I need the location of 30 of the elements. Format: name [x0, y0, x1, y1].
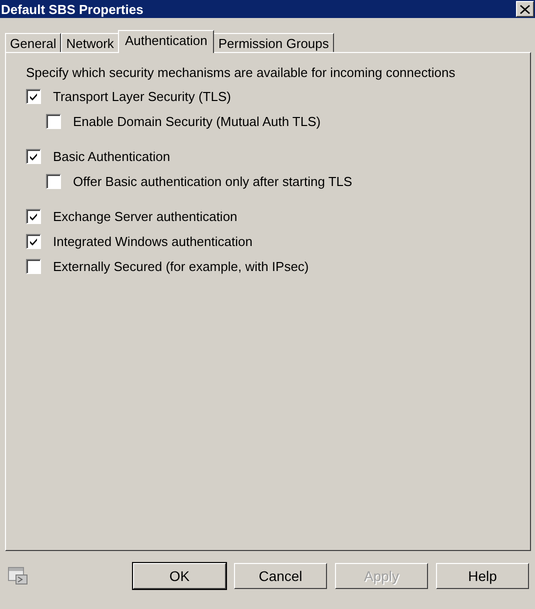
- check-icon: [29, 237, 38, 246]
- checkbox[interactable]: [26, 149, 41, 164]
- check-icon: [29, 212, 38, 221]
- tab[interactable]: Permission Groups: [213, 33, 334, 52]
- checkbox[interactable]: [46, 174, 61, 189]
- checkbox[interactable]: [46, 114, 61, 129]
- tab[interactable]: Network: [61, 33, 119, 52]
- check-icon: [29, 92, 38, 101]
- checkbox[interactable]: [26, 209, 41, 224]
- checkbox-label: Enable Domain Security (Mutual Auth TLS): [73, 114, 321, 129]
- dialog-button[interactable]: OK: [133, 563, 226, 589]
- checkbox-label: Externally Secured (for example, with IPsec): [53, 259, 309, 274]
- checkbox-label: Integrated Windows authentication: [53, 234, 252, 249]
- tab[interactable]: General: [5, 33, 62, 52]
- tab[interactable]: Authentication: [118, 30, 214, 53]
- checkbox[interactable]: [26, 259, 41, 274]
- dialog-button[interactable]: Cancel: [234, 563, 327, 589]
- window-title: Default SBS Properties: [1, 2, 144, 16]
- checkbox[interactable]: [26, 234, 41, 249]
- properties-icon: [8, 567, 28, 585]
- close-button[interactable]: [516, 1, 534, 17]
- close-icon: [520, 4, 530, 14]
- dialog-button[interactable]: Help: [436, 563, 529, 589]
- checkbox[interactable]: [26, 89, 41, 104]
- checkbox-label: Transport Layer Security (TLS): [53, 89, 231, 104]
- intro-text: Specify which security mechanisms are available for incoming connections: [26, 65, 456, 80]
- checkbox-label: Offer Basic authentication only after starting TLS: [73, 174, 352, 189]
- check-icon: [29, 152, 38, 161]
- checkbox-label: Basic Authentication: [53, 149, 170, 164]
- checkbox-label: Exchange Server authentication: [53, 209, 238, 224]
